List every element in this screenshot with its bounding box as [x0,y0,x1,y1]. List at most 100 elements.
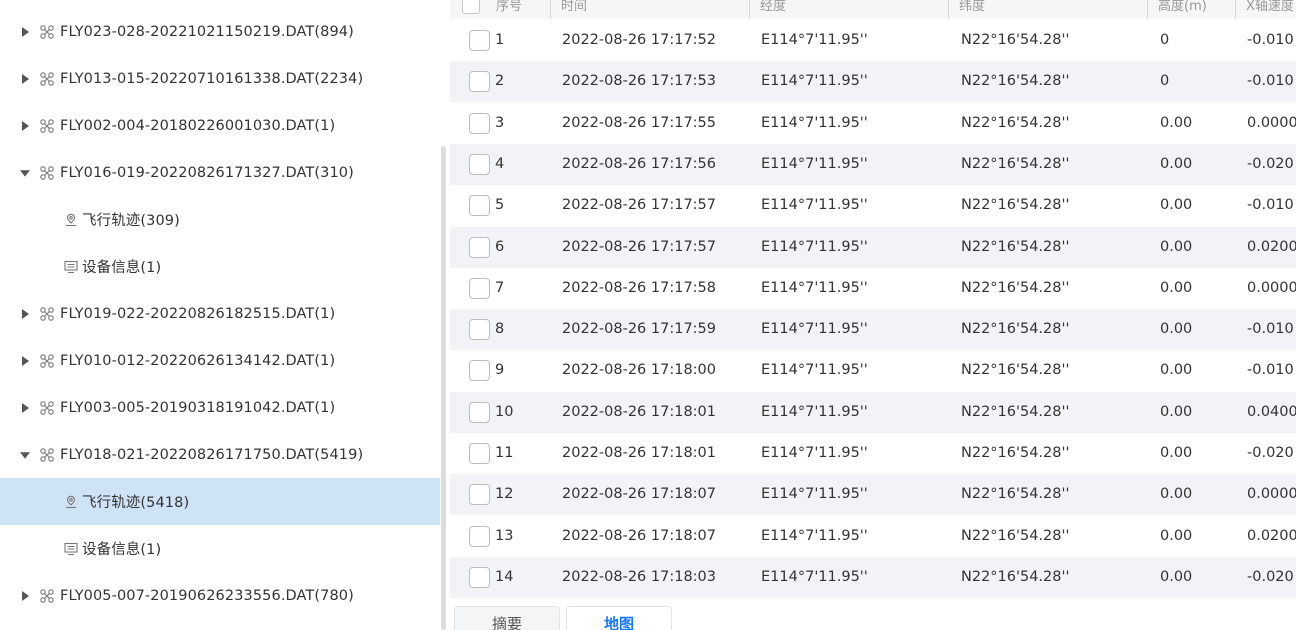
table-row[interactable]: 11 2022-08-26 17:18:01 E114°7'11.95'' N22°1… [450,433,1296,474]
cell-longitude: E114°7'11.95'' [761,486,868,503]
caret-right-icon[interactable] [20,73,30,84]
cell-x-speed: -0.010 [1247,32,1294,48]
tree-item-label: FLY023-028-20221021150219.DAT(894) [60,23,354,40]
table-row[interactable]: 9 2022-08-26 17:18:00 E114°7'11.95'' N22°16… [450,350,1296,391]
cell-index: 6 [495,238,505,255]
cell-latitude: N22°16'54.28'' [961,362,1070,379]
cell-longitude: E114°7'11.95'' [761,321,868,338]
tree-item-file[interactable]: FLY018-021-20220826171750.DAT(5419) [0,431,440,478]
cell-index: 9 [495,362,505,379]
caret-right-icon[interactable] [20,590,30,601]
table-row[interactable]: 5 2022-08-26 17:17:57 E114°7'11.95'' N22°16… [450,185,1296,226]
row-checkbox[interactable] [469,401,490,423]
caret-right-icon[interactable] [20,26,30,37]
tab-map[interactable]: 地图 [566,606,672,630]
col-header-index[interactable]: 序号 [486,0,522,19]
row-checkbox[interactable] [469,153,490,175]
table-row[interactable]: 2 2022-08-26 17:17:53 E114°7'11.95'' N22°16… [450,61,1296,103]
drone-icon [40,118,54,133]
cell-time: 2022-08-26 17:17:57 [562,238,716,255]
table-row[interactable]: 1 2022-08-26 17:17:52 E114°7'11.95'' N22°16… [450,20,1296,61]
tree-item-flight-track[interactable]: 飞行轨迹(5418) [0,478,440,525]
table-row[interactable]: 12 2022-08-26 17:18:07 E114°7'11.95'' N22°1… [450,474,1296,516]
tree-scrollbar[interactable] [441,146,446,630]
cell-time: 2022-08-26 17:18:01 [562,403,716,420]
cell-altitude: 0.00 [1160,321,1193,338]
caret-right-icon[interactable] [20,308,30,319]
caret-down-icon[interactable] [20,450,30,460]
row-checkbox[interactable] [469,525,490,547]
cell-latitude: N22°16'54.28'' [961,403,1070,420]
drone-icon [40,400,54,415]
row-checkbox[interactable] [469,443,490,464]
table-row[interactable]: 8 2022-08-26 17:17:59 E114°7'11.95'' N22°16… [450,309,1296,351]
tree-item-file[interactable]: FLY002-004-20180226001030.DAT(1) [0,102,440,149]
tree-item-file[interactable]: FLY016-019-20220826171327.DAT(310) [0,149,440,196]
cell-time: 2022-08-26 17:17:59 [562,321,716,338]
col-header-x-speed[interactable]: X轴速度 [1235,0,1294,19]
table-row[interactable]: 10 2022-08-26 17:18:01 E114°7'11.95'' N22°1… [450,391,1296,433]
caret-right-icon[interactable] [20,120,30,131]
col-header-longitude[interactable]: 经度 [749,0,786,19]
caret-right-icon[interactable] [20,355,30,366]
row-checkbox[interactable] [469,30,490,51]
row-checkbox[interactable] [469,319,490,341]
col-header-altitude[interactable]: 高度(m) [1147,0,1207,19]
row-checkbox[interactable] [469,277,490,299]
cell-latitude: N22°16'54.28'' [961,32,1070,48]
cell-longitude: E114°7'11.95'' [761,403,868,420]
row-checkbox[interactable] [469,566,490,588]
row-checkbox[interactable] [469,112,490,134]
table-row[interactable]: 4 2022-08-26 17:17:56 E114°7'11.95'' N22°16… [450,143,1296,185]
tree-item-file[interactable]: FLY010-012-20220626134142.DAT(1) [0,337,440,384]
cell-x-speed: -0.010 [1247,321,1294,338]
table-row[interactable]: 7 2022-08-26 17:17:58 E114°7'11.95'' N22°16… [450,268,1296,309]
col-header-latitude[interactable]: 纬度 [948,0,985,19]
table-row[interactable]: 14 2022-08-26 17:18:03 E114°7'11.95'' N22°1… [450,556,1296,598]
drone-icon [40,447,54,462]
tree-item-label: 设备信息(1) [82,260,162,276]
select-all-checkbox[interactable] [462,0,480,14]
row-checkbox[interactable] [469,195,490,217]
cell-time: 2022-08-26 17:17:57 [562,197,716,214]
cell-x-speed: 0.0200 [1247,238,1296,255]
cell-x-speed: 0.0000 [1247,279,1296,296]
row-checkbox[interactable] [469,236,490,258]
tree-item-file[interactable]: FLY005-007-20190626233556.DAT(780) [0,572,440,619]
location-pin-icon [64,495,78,509]
caret-down-icon[interactable] [20,168,30,178]
cell-latitude: N22°16'54.28'' [961,73,1070,90]
cell-latitude: N22°16'54.28'' [961,568,1070,585]
col-header-time[interactable]: 时间 [550,0,587,19]
tree-item-device-info[interactable]: 设备信息(1) [0,243,440,290]
row-checkbox[interactable] [469,360,490,382]
table-row[interactable]: 3 2022-08-26 17:17:55 E114°7'11.95'' N22°16… [450,103,1296,144]
cell-altitude: 0.00 [1160,486,1193,503]
table-row[interactable]: 6 2022-08-26 17:17:57 E114°7'11.95'' N22°16… [450,226,1296,268]
cell-index: 14 [495,568,514,585]
cell-index: 4 [495,155,505,172]
cell-index: 10 [495,403,514,420]
cell-index: 3 [495,114,505,131]
caret-right-icon[interactable] [20,402,30,413]
table-row[interactable]: 13 2022-08-26 17:18:07 E114°7'11.95'' N22°1… [450,516,1296,557]
drone-icon [40,588,54,603]
tree-item-file[interactable]: FLY023-028-20221021150219.DAT(894) [0,8,440,55]
cell-altitude: 0 [1160,73,1170,90]
cell-latitude: N22°16'54.28'' [961,445,1070,461]
tree-item-file[interactable]: FLY013-015-20220710161338.DAT(2234) [0,55,440,102]
cell-altitude: 0.00 [1160,238,1193,255]
cell-x-speed: -0.020 [1247,568,1294,585]
tree-item-file[interactable]: FLY003-005-20190318191042.DAT(1) [0,384,440,431]
tab-summary[interactable]: 摘要 [454,606,560,630]
tree-item-device-info[interactable]: 设备信息(1) [0,525,440,572]
cell-latitude: N22°16'54.28'' [961,114,1070,131]
cell-altitude: 0.00 [1160,155,1193,172]
tree-item-label: FLY003-005-20190318191042.DAT(1) [60,399,336,416]
row-checkbox[interactable] [469,484,490,506]
tree-item-flight-track[interactable]: 飞行轨迹(309) [0,196,440,243]
cell-longitude: E114°7'11.95'' [761,238,868,255]
row-checkbox[interactable] [469,71,490,93]
cell-index: 5 [495,197,505,214]
tree-item-file[interactable]: FLY019-022-20220826182515.DAT(1) [0,290,440,337]
